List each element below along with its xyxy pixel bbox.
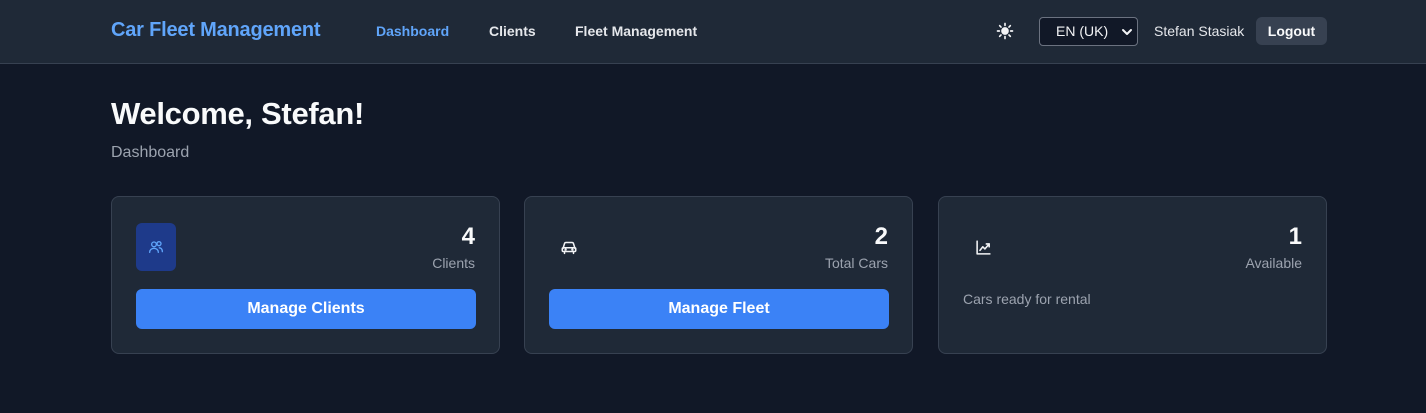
clients-card: 4 Clients Manage Clients [111,196,500,354]
theme-toggle-button[interactable] [994,20,1016,42]
clients-card-icon-box [136,223,176,271]
available-description: Cars ready for rental [963,291,1091,307]
current-user-name: Stefan Stasiak [1154,23,1245,39]
manage-fleet-button[interactable]: Manage Fleet [549,289,889,329]
page-title: Welcome, Stefan! [111,96,365,131]
total-cars-label: Total Cars [824,255,888,271]
fleet-card: 2 Total Cars Manage Fleet [524,196,913,354]
users-icon [149,241,163,253]
available-card: 1 Available Cars ready for rental [938,196,1327,354]
language-select[interactable]: EN (UK) [1039,17,1138,46]
manage-clients-button[interactable]: Manage Clients [136,289,476,329]
fleet-card-icon-box [549,223,589,271]
available-count: 1 [1288,223,1302,250]
language-select-value: EN (UK) [1056,23,1109,39]
page-subtitle: Dashboard [111,144,190,161]
clients-count: 4 [461,223,475,250]
chart-trending-icon [975,239,991,255]
nav-fleet-management[interactable]: Fleet Management [575,23,697,39]
top-navbar: Car Fleet Management Dashboard Clients F… [0,0,1426,64]
brand-title[interactable]: Car Fleet Management [111,19,321,42]
nav-clients[interactable]: Clients [489,23,536,39]
clients-count-label: Clients [432,255,475,271]
car-icon [561,241,577,255]
logout-button[interactable]: Logout [1256,17,1327,45]
available-card-icon-box [963,223,1003,271]
nav-dashboard[interactable]: Dashboard [376,23,449,39]
available-label: Available [1245,255,1302,271]
chevron-down-icon [1122,29,1132,35]
total-cars-count: 2 [874,223,888,250]
sun-icon [996,22,1014,40]
